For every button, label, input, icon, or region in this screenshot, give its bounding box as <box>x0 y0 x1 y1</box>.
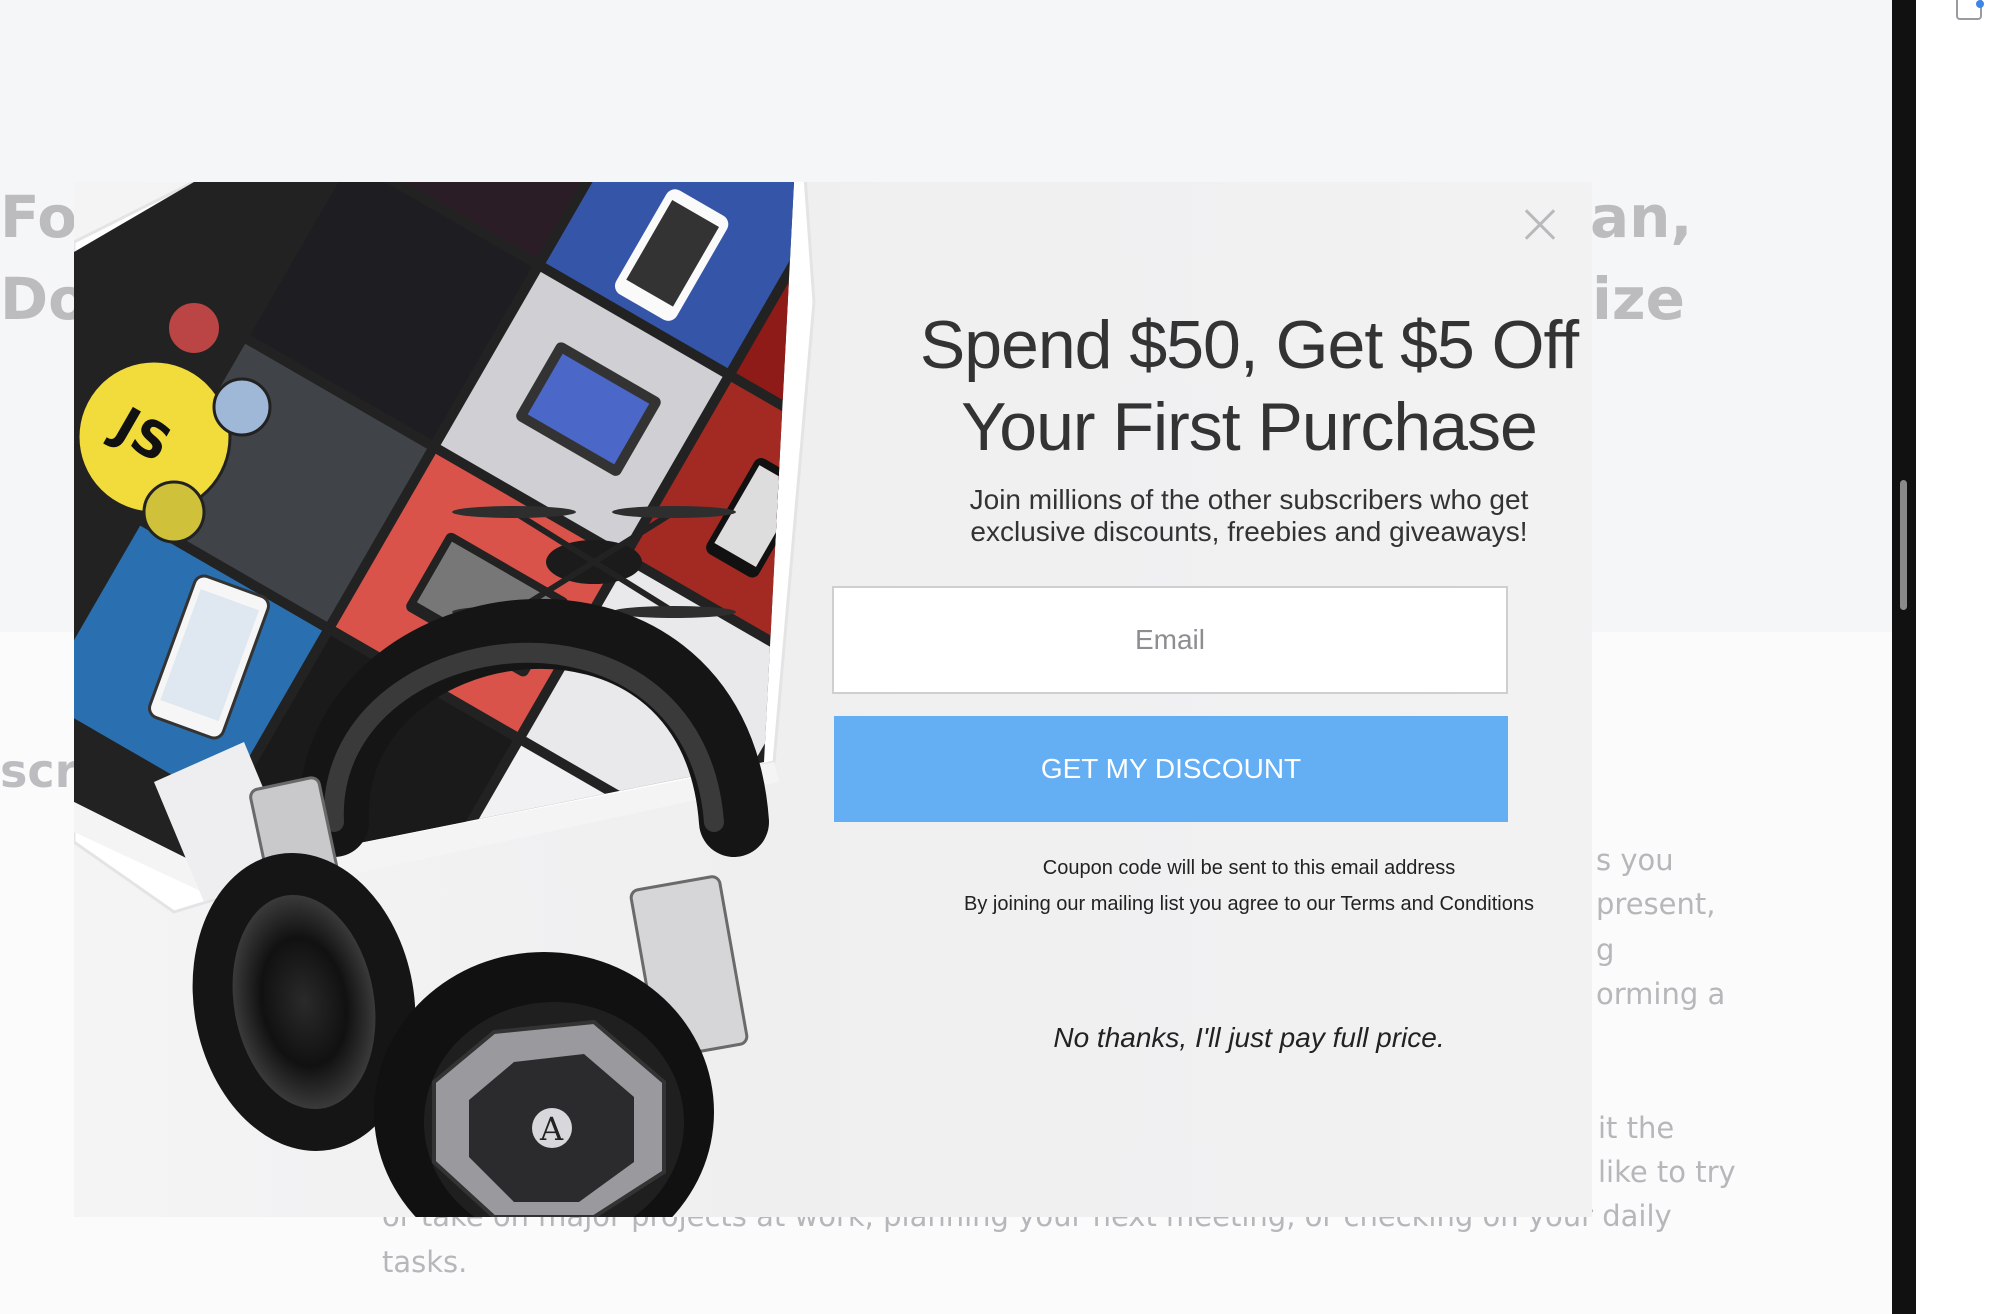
body-text-fragment: orming a <box>1596 977 1726 1011</box>
headline-line: Your First Purchase <box>961 389 1538 465</box>
body-text-fragment: s you <box>1596 843 1674 877</box>
popup-subline: Join millions of the other subscribers w… <box>819 484 1592 548</box>
body-text-fragment: g <box>1596 933 1615 967</box>
svg-text:A: A <box>539 1110 564 1148</box>
discount-popup: JS A Spend $50, Get $5 Off Your First Pu… <box>74 182 1592 1217</box>
side-panel <box>1916 0 2008 1314</box>
headline-line: Spend $50, Get $5 Off <box>919 307 1579 383</box>
close-icon[interactable] <box>1518 204 1558 244</box>
subline-line: Join millions of the other subscribers w… <box>969 484 1529 515</box>
get-discount-button[interactable]: GET MY DISCOUNT <box>834 716 1508 822</box>
window-divider <box>1892 0 1916 1314</box>
body-text-fragment: it the <box>1598 1111 1675 1145</box>
page-title-fragment: Fo <box>0 183 78 251</box>
section-heading-fragment: scr <box>0 744 78 798</box>
scrollbar-thumb[interactable] <box>1900 480 1907 610</box>
body-text-fragment: like to try <box>1598 1155 1736 1189</box>
page-title-fragment: ize <box>1592 265 1685 333</box>
popup-headline: Spend $50, Get $5 Off Your First Purchas… <box>824 304 1592 468</box>
subline-line: exclusive discounts, freebies and giveaw… <box>970 516 1528 547</box>
page-title-fragment: an, <box>1590 183 1693 251</box>
body-text-line: tasks. <box>382 1245 468 1279</box>
decline-link[interactable]: No thanks, I'll just pay full price. <box>819 1022 1592 1054</box>
terms-note[interactable]: By joining our mailing list you agree to… <box>819 892 1592 916</box>
email-field[interactable] <box>832 586 1508 694</box>
coupon-note: Coupon code will be sent to this email a… <box>1042 857 1456 879</box>
product-collage-image: JS A <box>74 182 816 1217</box>
notification-dot <box>1976 0 1984 8</box>
body-text-fragment: present, <box>1596 887 1716 921</box>
